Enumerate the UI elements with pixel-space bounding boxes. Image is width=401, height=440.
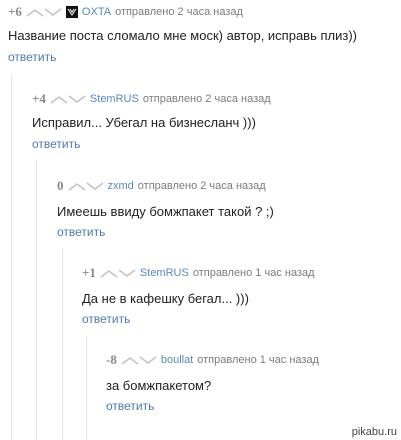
comment-meta: +4 StemRUS отправлено 2 часа назад <box>32 91 271 107</box>
comment-score: +4 <box>32 91 46 106</box>
author-link[interactable]: zxmd <box>108 180 134 192</box>
thread-line <box>86 336 87 440</box>
upvote-icon[interactable] <box>50 95 68 104</box>
downvote-icon[interactable] <box>68 94 86 104</box>
author-link[interactable]: StemRUS <box>140 267 189 279</box>
avatar[interactable] <box>65 6 78 18</box>
reply-link[interactable]: ответить <box>106 399 154 413</box>
comment-score: 0 <box>57 178 64 193</box>
posted-time: отправлено 2 часа назад <box>137 180 266 192</box>
comment-text: Исправил... Убегал на бизнесланч ))) <box>32 115 256 130</box>
watermark: pikabu.ru <box>351 426 397 438</box>
vote-buttons <box>68 181 104 191</box>
comment-text: Да не в кафешку бегал... ))) <box>82 291 249 306</box>
reply-link[interactable]: ответить <box>82 312 130 326</box>
comment-text: за бомжпакетом? <box>106 378 212 393</box>
upvote-icon[interactable] <box>121 356 139 365</box>
thread-line <box>62 248 63 440</box>
reply-link[interactable]: ответить <box>8 50 56 64</box>
downvote-icon[interactable] <box>118 268 136 278</box>
vote-buttons <box>26 7 62 17</box>
reply-link[interactable]: ответить <box>32 137 80 151</box>
vote-buttons <box>100 268 136 278</box>
thread-line <box>36 160 37 440</box>
author-link[interactable]: StemRUS <box>90 93 139 105</box>
comment-meta: +6 OXTA отправлено 2 часа назад <box>8 4 243 20</box>
thread-line <box>11 74 12 440</box>
downvote-icon[interactable] <box>139 355 157 365</box>
posted-time: отправлено 1 час назад <box>192 267 315 279</box>
comment-score: -8 <box>106 352 117 367</box>
downvote-icon[interactable] <box>86 181 104 191</box>
reply-link[interactable]: ответить <box>57 225 105 239</box>
comment-text: Имеешь ввиду бомжпакет такой ? ;) <box>57 204 274 219</box>
upvote-icon[interactable] <box>68 182 86 191</box>
comment-meta: 0 zxmd отправлено 2 часа назад <box>57 178 266 194</box>
comment-meta: +1 StemRUS отправлено 1 час назад <box>82 265 315 281</box>
downvote-icon[interactable] <box>44 7 62 17</box>
posted-time: отправлено 2 часа назад <box>115 6 243 18</box>
upvote-icon[interactable] <box>100 269 118 278</box>
author-link[interactable]: boullat <box>161 354 193 366</box>
comment-meta: -8 boullat отправлено 1 час назад <box>106 352 319 368</box>
vote-buttons <box>121 355 157 365</box>
vote-buttons <box>50 94 86 104</box>
posted-time: отправлено 2 часа назад <box>142 93 271 105</box>
comment-text: Название поста сломало мне моск) автор, … <box>8 28 357 43</box>
comment-score: +1 <box>82 265 96 280</box>
comment-score: +6 <box>8 4 22 19</box>
posted-time: отправлено 1 час назад <box>197 354 319 366</box>
author-link[interactable]: OXTA <box>82 6 111 18</box>
upvote-icon[interactable] <box>26 8 44 17</box>
